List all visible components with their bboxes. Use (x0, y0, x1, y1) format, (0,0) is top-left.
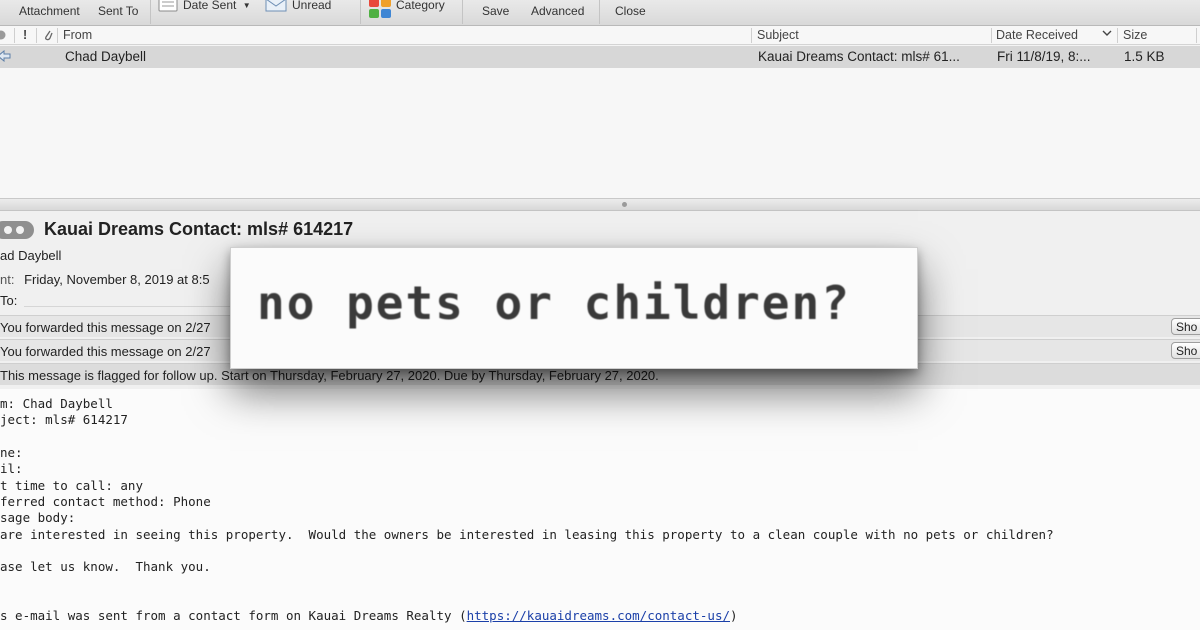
close-button[interactable]: Close (615, 4, 646, 18)
body-line: m: Chad Daybell (0, 396, 113, 411)
toolbar-divider (462, 0, 463, 24)
column-divider (751, 28, 752, 43)
read-status-icon[interactable] (0, 29, 6, 43)
column-header-date-received[interactable]: Date Received (996, 28, 1078, 42)
body-line: ferred contact method: Phone (0, 494, 211, 509)
message-list-empty-area (0, 68, 1200, 198)
toolbar-divider (360, 0, 361, 24)
column-header-subject[interactable]: Subject (757, 28, 799, 42)
row-date-received: Fri 11/8/19, 8:... (997, 49, 1091, 64)
column-divider (991, 28, 992, 43)
body-line: ject: mls# 614217 (0, 412, 128, 427)
splitter-handle-icon (622, 202, 627, 207)
pane-splitter[interactable] (0, 198, 1200, 211)
category-button[interactable]: Category (369, 0, 445, 21)
chevron-down-icon: ▼ (242, 1, 251, 10)
attachment-button[interactable]: Attachment (19, 4, 80, 18)
to-field[interactable] (24, 290, 234, 307)
footer-prefix: s e-mail was sent from a contact form on… (0, 608, 467, 623)
column-divider (57, 28, 58, 43)
paperclip-icon[interactable] (43, 28, 53, 45)
row-size: 1.5 KB (1124, 49, 1165, 64)
category-label: Category (396, 0, 445, 12)
zoom-callout: no pets or children? (230, 247, 918, 369)
body-footer: s e-mail was sent from a contact form on… (0, 608, 738, 623)
forwarded-banner-text: You forwarded this message on 2/27 (0, 344, 211, 359)
sent-key: nt: (0, 272, 15, 287)
sent-to-label: Sent To (98, 4, 139, 18)
column-header-size[interactable]: Size (1123, 28, 1147, 42)
sent-to-button[interactable]: Sent To (98, 4, 138, 18)
toolbar: t Attachment Sent To Date Sent ▼ Unread … (0, 0, 1200, 26)
footer-suffix: ) (730, 608, 738, 623)
contact-form-link[interactable]: https://kauaidreams.com/contact-us/ (467, 608, 730, 623)
forwarded-banner-text: You forwarded this message on 2/27 (0, 320, 211, 335)
toolbar-divider (150, 0, 151, 24)
flag-icon[interactable]: ! (23, 28, 27, 42)
unread-label: Unread (292, 0, 332, 12)
to-key: To: (0, 293, 18, 308)
date-sent-label: Date Sent (183, 0, 237, 12)
body-line: ne: (0, 445, 23, 460)
sort-chevron-down-icon[interactable] (1102, 27, 1112, 41)
unread-button[interactable]: Unread (265, 0, 331, 15)
message-from[interactable]: ad Daybell (0, 248, 61, 263)
forwarded-arrow-icon (0, 49, 11, 65)
save-label: Save (482, 4, 510, 18)
body-line: il: (0, 461, 23, 476)
attachment-label: Attachment (19, 4, 80, 18)
column-header-from[interactable]: From (63, 28, 92, 42)
body-line: are interested in seeing this property. … (0, 527, 1054, 542)
close-label: Close (615, 4, 646, 18)
save-button[interactable]: Save (482, 4, 509, 18)
body-line: t time to call: any (0, 478, 143, 493)
column-divider (36, 28, 37, 43)
message-list-header: ! From Subject Date Received Size (0, 26, 1200, 45)
body-line: sage body: (0, 510, 76, 525)
flag-banner-text: This message is flagged for follow up. S… (0, 368, 659, 383)
advanced-button[interactable]: Advanced (531, 4, 584, 18)
date-sent-icon (158, 0, 178, 15)
category-icon (369, 0, 391, 21)
toolbar-divider (599, 0, 600, 24)
message-sent-row: nt: Friday, November 8, 2019 at 8:5 (0, 272, 210, 287)
column-divider (1117, 28, 1118, 43)
unread-envelope-icon (265, 0, 287, 15)
show-button[interactable]: Sho (1171, 318, 1200, 335)
zoom-callout-text: no pets or children? (257, 276, 851, 330)
advanced-label: Advanced (531, 4, 585, 18)
column-divider (14, 28, 15, 43)
body-line: ase let us know. Thank you. (0, 559, 211, 574)
row-subject: Kauai Dreams Contact: mls# 61... (758, 49, 960, 64)
message-body: m: Chad Daybell ject: mls# 614217 ne: il… (0, 389, 1200, 630)
row-from: Chad Daybell (65, 49, 147, 64)
date-sent-button[interactable]: Date Sent ▼ (158, 0, 251, 15)
message-subject: Kauai Dreams Contact: mls# 614217 (44, 219, 354, 239)
message-pill-icon (0, 221, 34, 244)
message-row[interactable]: Chad Daybell Kauai Dreams Contact: mls# … (0, 46, 1200, 68)
show-button[interactable]: Sho (1171, 342, 1200, 359)
sent-value: Friday, November 8, 2019 at 8:5 (24, 272, 210, 287)
column-divider (1196, 28, 1197, 43)
